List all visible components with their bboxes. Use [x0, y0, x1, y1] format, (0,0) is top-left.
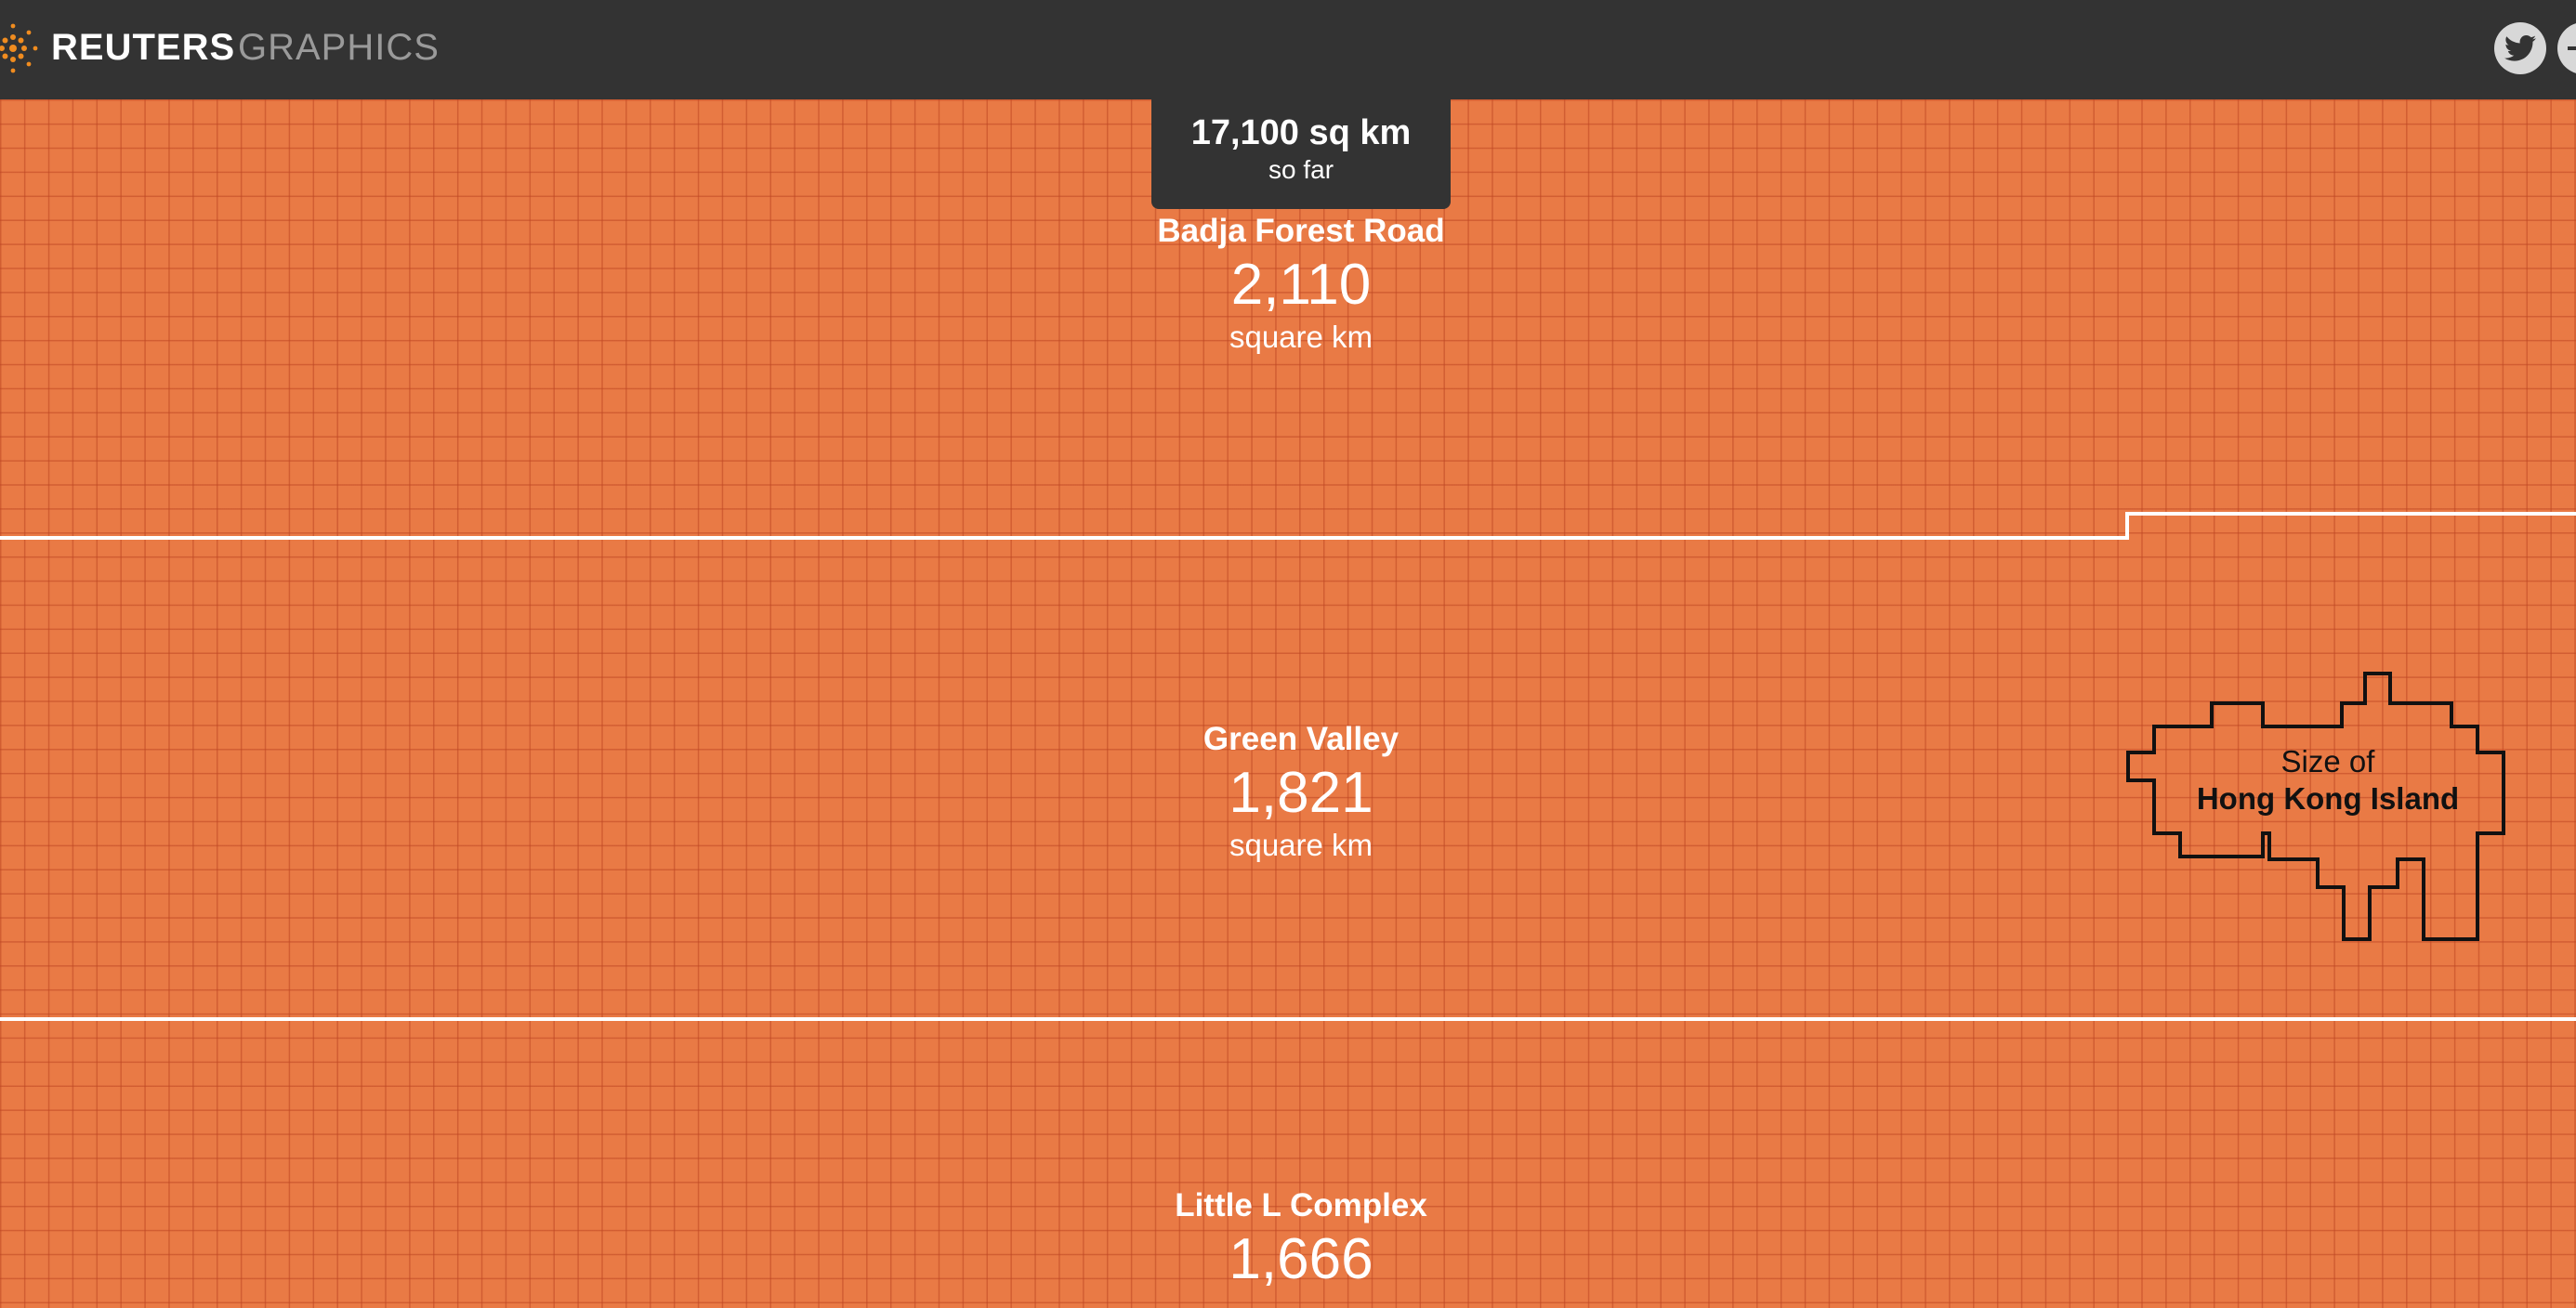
twitter-icon	[2504, 34, 2536, 61]
top-navigation-bar: REUTERS GRAPHICS	[0, 0, 2576, 99]
fire-name: Badja Forest Road	[1157, 213, 1445, 249]
fire-boundary-line	[0, 512, 2576, 540]
fire-area-value: 1,666	[1229, 1227, 1373, 1291]
brand-name[interactable]: REUTERS	[51, 24, 235, 71]
running-total-caption: so far	[1268, 155, 1334, 184]
reuters-logo-icon[interactable]	[0, 20, 41, 76]
fire-label-green-valley: Green Valley 1,821 square km	[1009, 719, 1593, 864]
fire-name: Little L Complex	[1175, 1187, 1427, 1223]
reference-label-place: Hong Kong Island	[2196, 781, 2460, 816]
fire-label-badja-forest-road: Badja Forest Road 2,110 square km	[1009, 211, 1593, 356]
fire-area-unit: square km	[1229, 320, 1373, 354]
fire-area-value: 1,821	[1229, 761, 1373, 825]
hong-kong-island-label: Size of Hong Kong Island	[2147, 743, 2509, 818]
reference-label-prefix: Size of	[2280, 744, 2375, 778]
section-name[interactable]: GRAPHICS	[238, 24, 440, 71]
page: REUTERS GRAPHICS 17,100 sq km so far Bad…	[0, 0, 2576, 1308]
twitter-share-button[interactable]	[2494, 22, 2546, 74]
fire-label-little-l-complex: Little L Complex 1,666	[1009, 1185, 1593, 1293]
running-total-box: 17,100 sq km so far	[1151, 99, 1451, 209]
running-total-value: 17,100 sq km	[1190, 113, 1412, 152]
fire-name: Green Valley	[1203, 721, 1400, 757]
share-button[interactable]	[2557, 22, 2576, 74]
fire-area-value: 2,110	[1230, 253, 1372, 317]
fire-area-unit: square km	[1229, 828, 1373, 862]
share-icon	[2568, 46, 2576, 50]
